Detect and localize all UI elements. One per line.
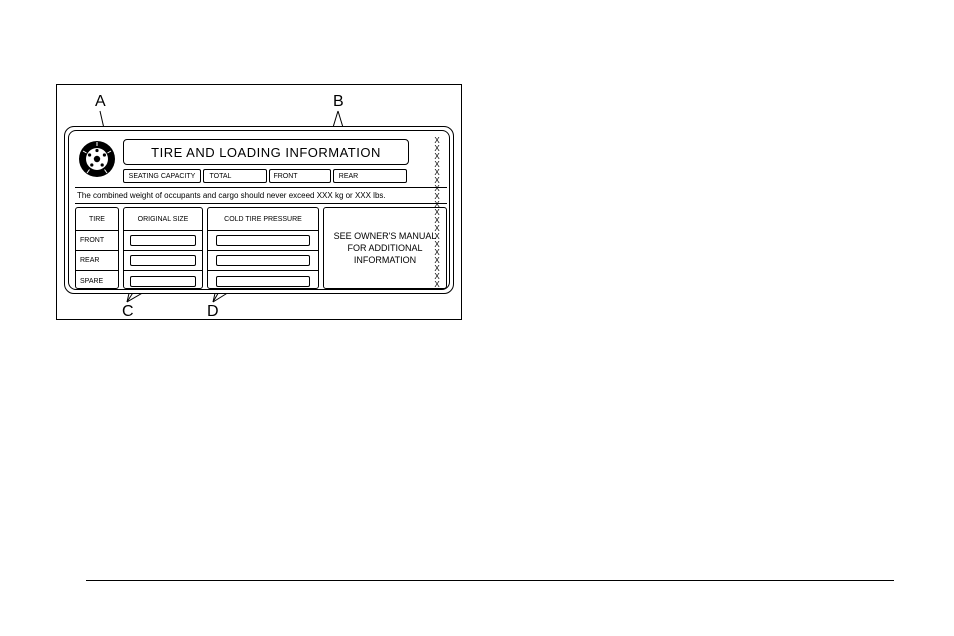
original-size-spare [124,271,202,291]
seating-front-value [301,169,331,183]
cold-pressure-header: COLD TIRE PRESSURE [208,208,318,231]
placard-title: TIRE AND LOADING INFORMATION [123,139,409,165]
original-size-rear-value [130,255,196,266]
tire-header: TIRE [76,208,118,231]
combined-weight-statement: The combined weight of occupants and car… [75,187,447,204]
tire-table: TIRE FRONT REAR SPARE ORIGINAL SIZE COLD… [75,207,447,289]
original-size-rear [124,251,202,271]
seating-total-label: TOTAL [203,169,237,183]
page: A B C D [0,0,954,636]
x-mark-column: X X X X X X X X X X X X X X X X X X X [431,137,443,283]
tire-row-spare-label: SPARE [76,271,118,291]
cold-pressure-rear [208,251,318,271]
cold-pressure-front [208,231,318,251]
cold-pressure-rear-value [216,255,311,266]
original-size-column: ORIGINAL SIZE [123,207,203,289]
cold-pressure-column: COLD TIRE PRESSURE [207,207,319,289]
tire-row-front-label: FRONT [76,231,118,251]
original-size-front-value [130,235,196,246]
owners-manual-note: SEE OWNER'S MANUAL FOR ADDITIONAL INFORM… [323,207,447,289]
tire-label-column: TIRE FRONT REAR SPARE [75,207,119,289]
original-size-front [124,231,202,251]
cold-pressure-spare [208,271,318,291]
x-mark: X [431,281,443,289]
tire-loading-placard: TIRE AND LOADING INFORMATION SEATING CAP… [64,126,454,294]
callout-b: B [333,93,344,111]
seating-capacity-row: SEATING CAPACITY TOTAL FRONT REAR [123,169,409,183]
seating-front-label: FRONT [269,169,301,183]
seating-rear-label: REAR [333,169,363,183]
seating-capacity-label: SEATING CAPACITY [123,169,201,183]
page-rule [86,580,894,581]
callout-a: A [95,93,106,111]
placard-inner: TIRE AND LOADING INFORMATION SEATING CAP… [68,130,450,290]
seating-total-value [237,169,267,183]
seating-rear-value [363,169,407,183]
cold-pressure-front-value [216,235,311,246]
cold-pressure-spare-value [216,276,311,287]
tire-icon [77,139,117,179]
tire-row-rear-label: REAR [76,251,118,271]
original-size-header: ORIGINAL SIZE [124,208,202,231]
callout-c: C [122,303,134,321]
callout-d: D [207,303,219,321]
original-size-spare-value [130,276,196,287]
